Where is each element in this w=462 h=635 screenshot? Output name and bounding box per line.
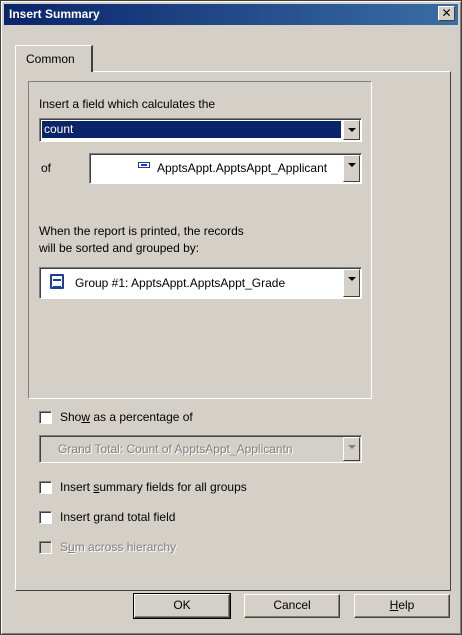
chevron-down-icon[interactable]	[343, 120, 360, 140]
percentage-of-value: Grand Total: Count of ApptsAppt_Applican…	[58, 442, 293, 456]
title-bar[interactable]: Insert Summary ✕	[4, 4, 458, 25]
insert-summary-all-groups-label[interactable]: Insert summary fields for all groups	[60, 480, 247, 494]
percentage-of-select[interactable]: Grand Total: Count of ApptsAppt_Applican…	[39, 435, 362, 463]
of-label: of	[41, 161, 52, 175]
chevron-down-icon[interactable]	[343, 155, 360, 182]
show-percentage-label[interactable]: Show as a percentage of	[60, 410, 193, 424]
tab-common[interactable]: Common	[15, 45, 93, 72]
window-title: Insert Summary	[9, 7, 100, 21]
insert-grand-total-label[interactable]: Insert grand total field	[60, 510, 175, 524]
chevron-down-icon[interactable]	[343, 269, 360, 297]
tab-common-label: Common	[26, 52, 75, 66]
calculation-type-value: count	[42, 121, 341, 138]
ok-button[interactable]: OK	[133, 593, 231, 619]
help-button[interactable]: Help	[354, 594, 450, 618]
insert-summary-all-groups-checkbox[interactable]	[39, 481, 52, 494]
show-percentage-checkbox[interactable]	[39, 411, 52, 424]
insert-grand-total-checkbox[interactable]	[39, 511, 52, 524]
group-select[interactable]: Group #1: ApptsAppt.ApptsAppt_Grade	[39, 267, 362, 299]
group-icon	[50, 274, 64, 289]
sorted-grouped-label-line2: will be sorted and grouped by:	[39, 241, 200, 255]
cancel-button[interactable]: Cancel	[244, 594, 340, 618]
calculation-type-select[interactable]: count	[39, 118, 362, 142]
insert-field-label: Insert a field which calculates the	[39, 97, 216, 111]
sorted-grouped-label-line1: When the report is printed, the records	[39, 224, 244, 238]
insert-summary-dialog: Insert Summary ✕ Common Insert a field w…	[0, 0, 462, 635]
sum-across-hierarchy-checkbox[interactable]	[39, 541, 52, 554]
summarized-field-select[interactable]: ApptsAppt.ApptsAppt_Applicant	[89, 153, 362, 184]
sum-across-hierarchy-label: Sum across hierarchy	[60, 540, 177, 554]
close-button[interactable]: ✕	[438, 6, 455, 21]
chevron-down-icon[interactable]	[343, 437, 360, 461]
database-field-icon	[138, 162, 150, 168]
group-select-value: Group #1: ApptsAppt.ApptsAppt_Grade	[75, 276, 286, 290]
close-icon: ✕	[441, 6, 452, 20]
summarized-field-value: ApptsAppt.ApptsAppt_Applicant	[157, 161, 328, 175]
